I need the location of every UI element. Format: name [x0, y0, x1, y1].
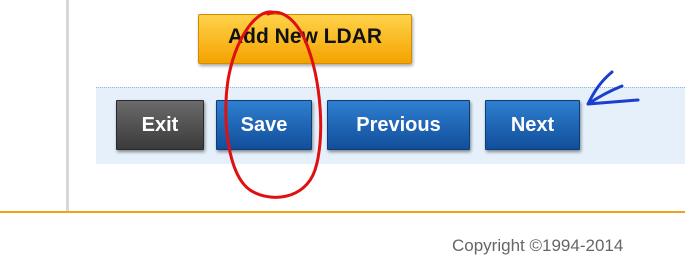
save-button[interactable]: Save: [216, 100, 312, 150]
add-new-ldar-button[interactable]: Add New LDAR: [198, 14, 412, 64]
copyright-text: Copyright ©1994-2014: [452, 236, 624, 255]
previous-button[interactable]: Previous: [327, 100, 470, 150]
footer-divider: [0, 211, 685, 213]
exit-button[interactable]: Exit: [116, 100, 204, 150]
left-border: [0, 0, 69, 212]
next-button[interactable]: Next: [485, 100, 580, 150]
